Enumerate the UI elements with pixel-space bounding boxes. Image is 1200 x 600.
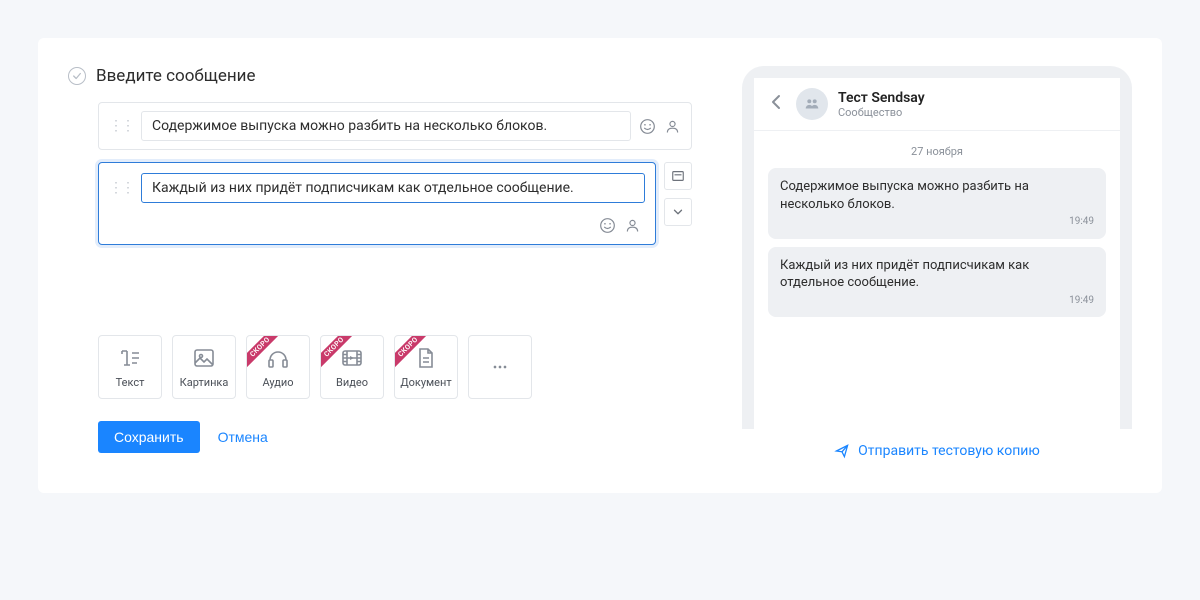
chat-header: Тест Sendsay Сообщество (754, 78, 1120, 131)
tool-audio[interactable]: Аудио (246, 335, 310, 399)
message-block-active[interactable]: ⋮⋮ Каждый из них придёт подписчикам как … (98, 162, 656, 245)
message-block[interactable]: ⋮⋮ Содержимое выпуска можно разбить на н… (98, 102, 692, 150)
content-type-toolbar: Текст Картинка Аудио Видео (68, 335, 692, 399)
tool-label: Текст (116, 376, 145, 389)
phone-frame: Тест Sendsay Сообщество 27 ноября Содерж… (742, 66, 1132, 429)
tool-document[interactable]: Документ (394, 335, 458, 399)
tool-label: Аудио (262, 376, 293, 389)
page-container: Введите сообщение ⋮⋮ Содержимое выпуска … (0, 0, 1200, 600)
chat-message: Каждый из них придёт подписчикам как отд… (768, 247, 1106, 318)
block-side-controls (664, 162, 692, 226)
block-row: ⋮⋮ Содержимое выпуска можно разбить на н… (98, 102, 692, 150)
message-blocks: ⋮⋮ Содержимое выпуска можно разбить на н… (68, 102, 692, 245)
add-button-side[interactable] (664, 162, 692, 190)
save-button[interactable]: Сохранить (98, 421, 200, 453)
editor-panel: Введите сообщение ⋮⋮ Содержимое выпуска … (38, 38, 1162, 493)
block-row: ⋮⋮ Каждый из них придёт подписчикам как … (98, 162, 692, 245)
person-icon[interactable] (664, 118, 681, 135)
emoji-icon[interactable] (639, 118, 656, 135)
block-inline-icons (599, 217, 641, 234)
person-icon[interactable] (624, 217, 641, 234)
send-test-row: Отправить тестовую копию (742, 429, 1132, 463)
send-icon (834, 443, 850, 459)
tool-image[interactable]: Картинка (172, 335, 236, 399)
section-header: Введите сообщение (68, 66, 692, 86)
section-title: Введите сообщение (96, 66, 256, 86)
block-inline-icons (639, 118, 681, 135)
chat-name: Тест Sendsay (838, 90, 925, 106)
back-arrow-icon[interactable] (768, 93, 786, 115)
preview-column: Тест Sendsay Сообщество 27 ноября Содерж… (742, 66, 1132, 463)
tool-label: Видео (336, 376, 368, 389)
phone-screen: Тест Sendsay Сообщество 27 ноября Содерж… (754, 78, 1120, 429)
tool-label: Документ (400, 376, 451, 389)
emoji-icon[interactable] (599, 217, 616, 234)
chat-title-block: Тест Sendsay Сообщество (838, 90, 925, 119)
block-text-input[interactable]: Каждый из них придёт подписчикам как отд… (141, 173, 645, 203)
date-separator: 27 ноября (768, 145, 1106, 158)
cancel-button[interactable]: Отмена (218, 429, 268, 445)
send-test-link[interactable]: Отправить тестовую копию (858, 443, 1040, 459)
block-text-input[interactable]: Содержимое выпуска можно разбить на неск… (141, 111, 631, 141)
message-text: Содержимое выпуска можно разбить на неск… (780, 178, 1094, 213)
chat-message: Содержимое выпуска можно разбить на неск… (768, 168, 1106, 239)
chat-body: 27 ноября Содержимое выпуска можно разби… (754, 131, 1120, 429)
editor-left-column: Введите сообщение ⋮⋮ Содержимое выпуска … (68, 66, 692, 463)
message-text: Каждый из них придёт подписчикам как отд… (780, 257, 1094, 292)
tool-more[interactable] (468, 335, 532, 399)
avatar (796, 88, 828, 120)
tool-text[interactable]: Текст (98, 335, 162, 399)
message-time: 19:49 (780, 215, 1094, 229)
form-actions: Сохранить Отмена (68, 421, 692, 453)
drag-handle-icon[interactable]: ⋮⋮ (109, 123, 133, 129)
chat-subtitle: Сообщество (838, 106, 925, 119)
drag-handle-icon[interactable]: ⋮⋮ (109, 185, 133, 191)
tool-video[interactable]: Видео (320, 335, 384, 399)
tool-label: Картинка (180, 376, 229, 389)
expand-down-button[interactable] (664, 198, 692, 226)
message-time: 19:49 (780, 294, 1094, 308)
check-circle-icon (68, 67, 86, 85)
